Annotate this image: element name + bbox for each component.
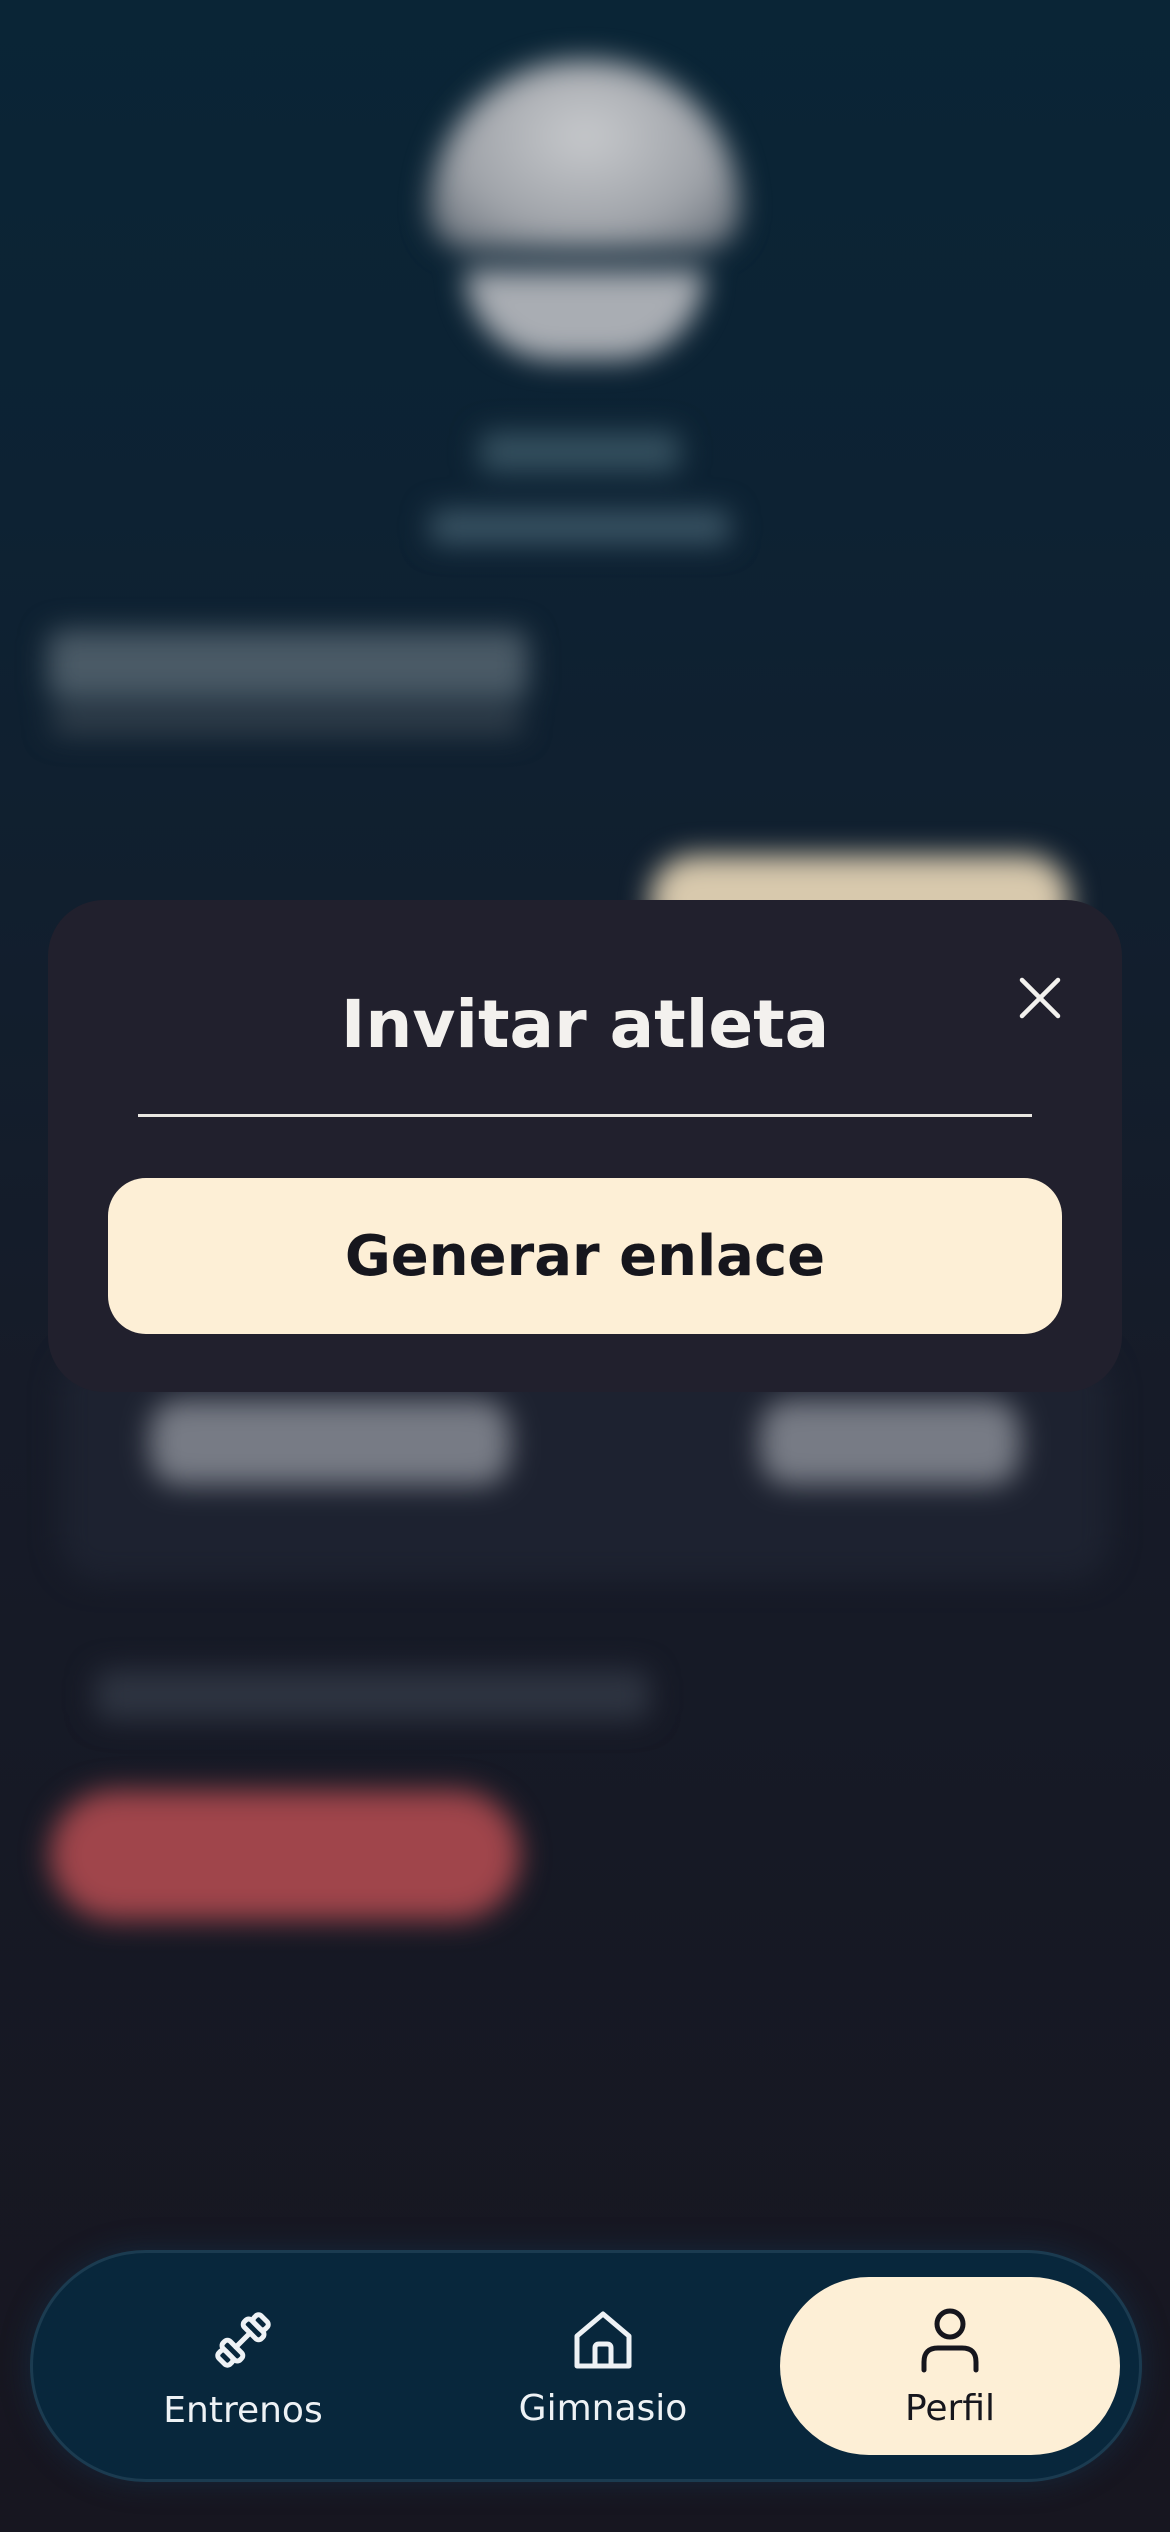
tab-entrenos[interactable]: Entrenos: [93, 2277, 393, 2455]
dumbbell-icon: [215, 2311, 271, 2368]
background-button-right: [760, 1400, 1020, 1485]
modal-divider: [138, 1114, 1032, 1117]
generate-link-button[interactable]: Generar enlace: [108, 1178, 1062, 1334]
tab-label: Gimnasio: [518, 2387, 688, 2429]
invite-athlete-modal: Invitar atleta Generar enlace: [48, 900, 1122, 1392]
tab-gimnasio[interactable]: Gimnasio: [453, 2277, 753, 2455]
background-danger-button: [50, 1790, 520, 1920]
home-icon: [574, 2311, 632, 2368]
section-title-placeholder: [48, 630, 528, 700]
profile-name-placeholder: [480, 432, 680, 472]
tab-label: Perfil: [904, 2387, 996, 2429]
close-button[interactable]: [1004, 962, 1076, 1034]
profile-email-placeholder: [430, 510, 730, 544]
tab-label: Entrenos: [163, 2389, 323, 2431]
modal-title: Invitar atleta: [340, 986, 830, 1063]
bottom-tab-bar: Entrenos Gimnasio Perfil: [30, 2250, 1142, 2482]
avatar: [430, 60, 740, 250]
background-text-line: [95, 1670, 650, 1720]
close-icon: [1019, 977, 1061, 1019]
background-button-left: [150, 1400, 510, 1485]
user-icon: [921, 2308, 979, 2372]
tab-perfil[interactable]: Perfil: [780, 2277, 1120, 2455]
section-subtitle-placeholder: [52, 710, 522, 734]
avatar-shape: [465, 270, 705, 360]
